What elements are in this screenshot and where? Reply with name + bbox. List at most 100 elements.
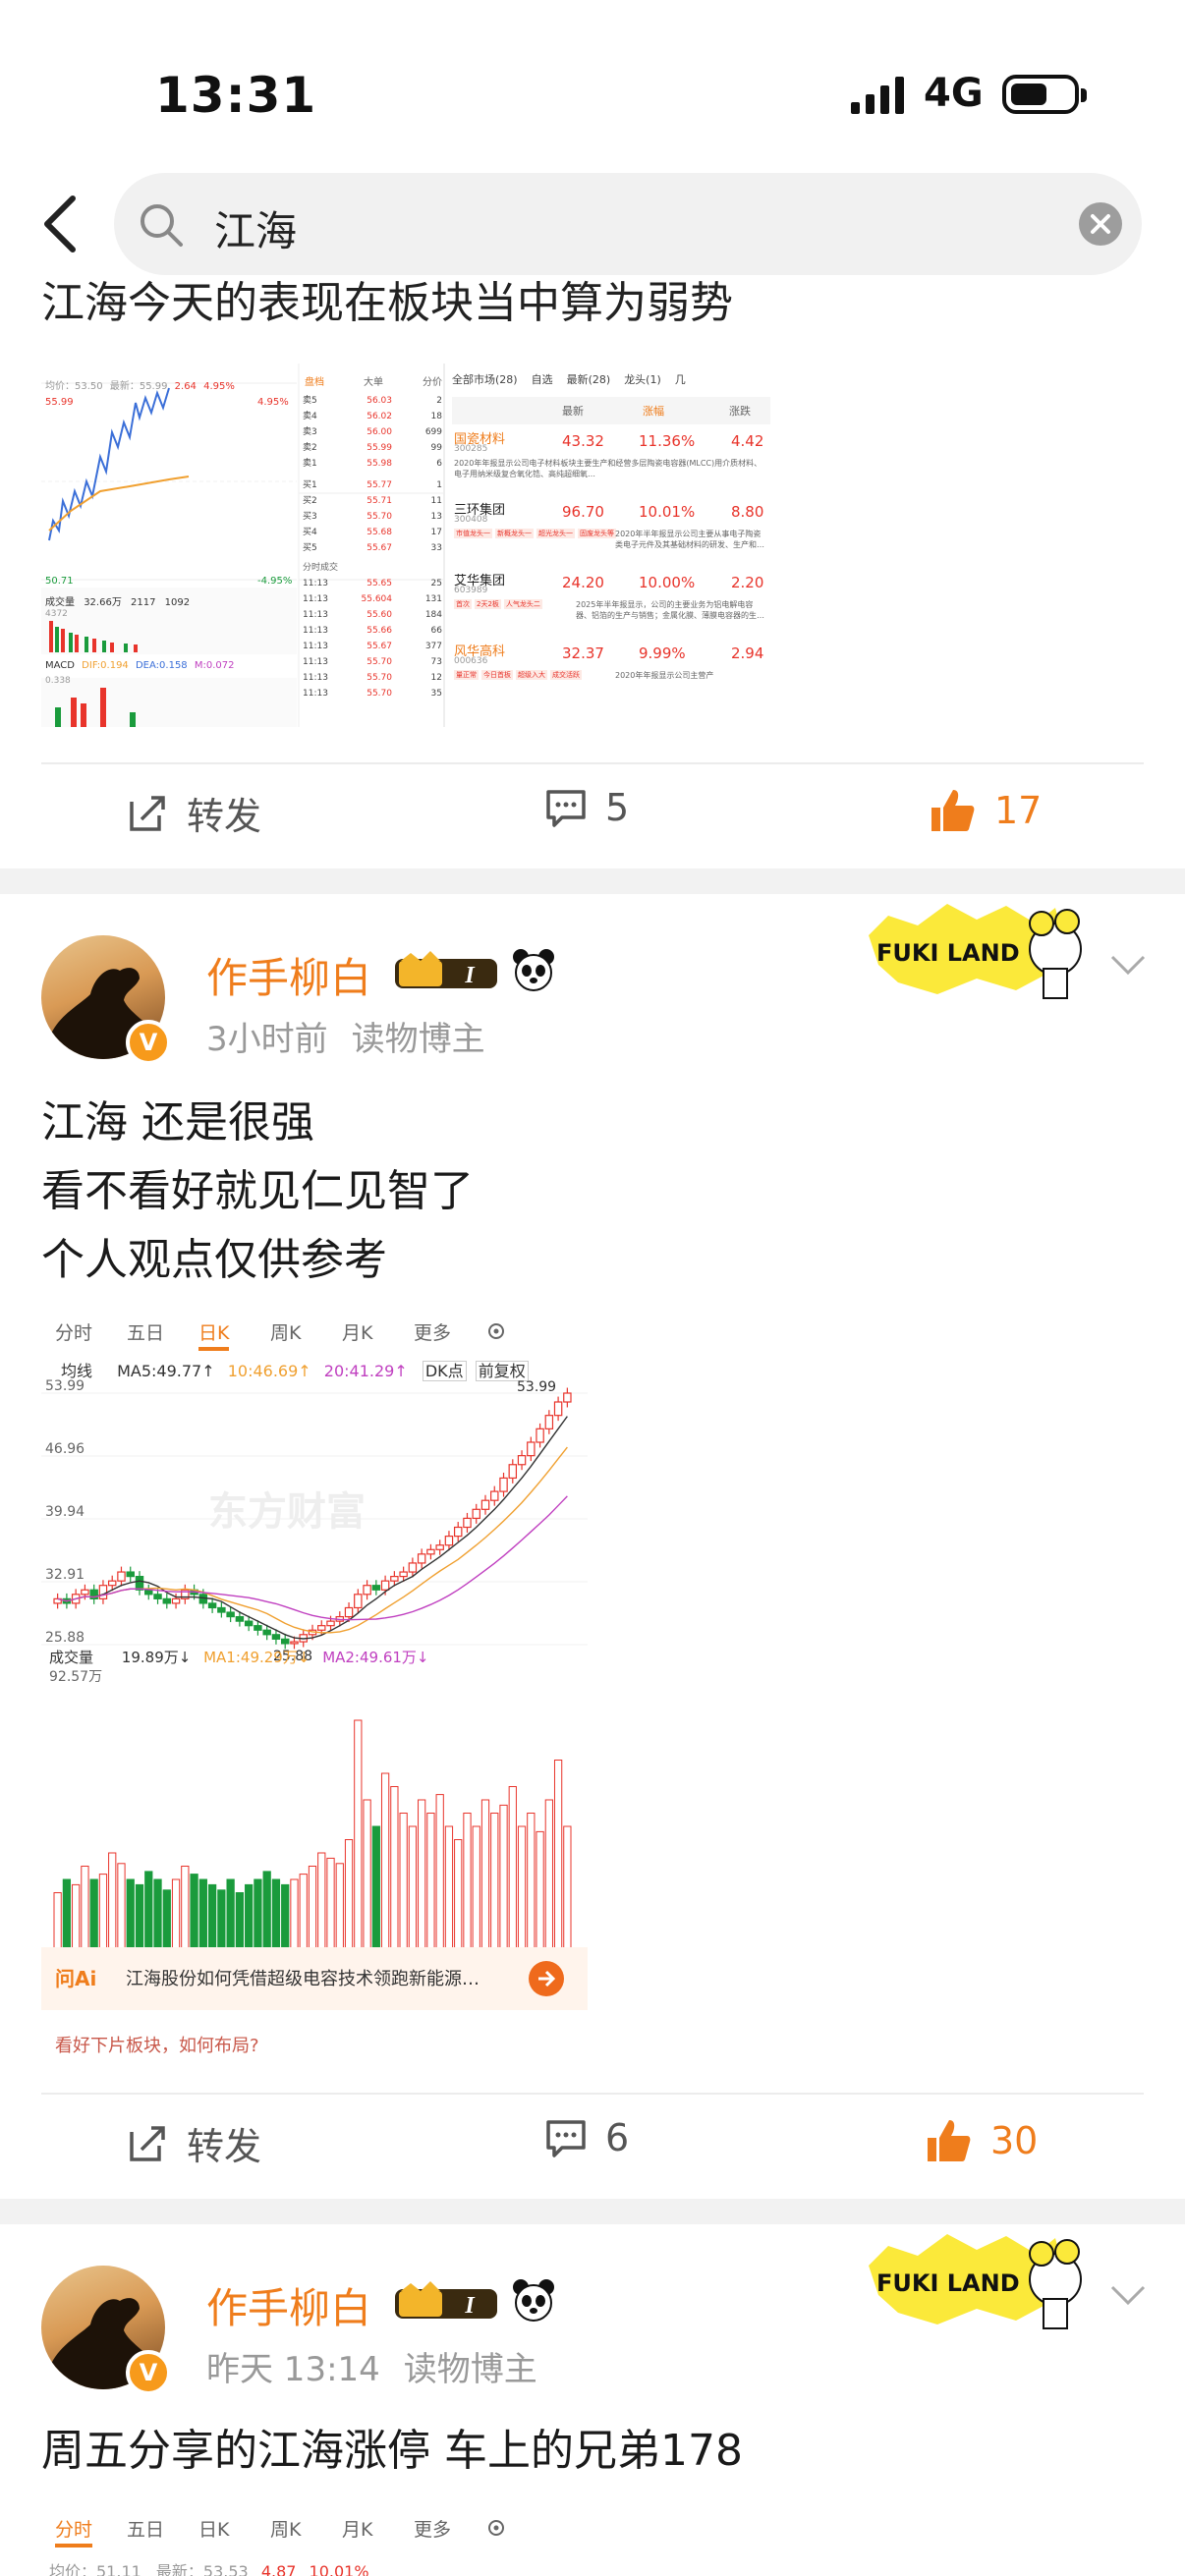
candle-body [254, 1625, 262, 1631]
ticks-cell: 55.67 [367, 642, 392, 651]
stock-list: 国瓷材料 300285 43.32 11.36% 4.42 2020年年报显示公司电子材料… [452, 428, 770, 711]
candle-body [290, 1641, 299, 1645]
divider [41, 762, 1144, 764]
ticks-cell: 11:13 [303, 626, 328, 636]
stock-tags: 市值龙头一 新概龙头一 超光龙头一 固废龙头等 [454, 529, 616, 538]
stock-list-item[interactable]: 国瓷材料 300285 43.32 11.36% 4.42 2020年年报显示公司电子材料… [452, 428, 770, 499]
settings-icon[interactable] [485, 2517, 507, 2539]
book-tab-2[interactable]: 大单 [364, 373, 383, 388]
quote-header: 均价：53.50 最新：55.99 2.64 4.95% [45, 377, 235, 392]
back-arrow-icon[interactable] [35, 193, 85, 255]
list-tab-5[interactable]: 几 [675, 371, 686, 387]
post-line-1: 周五分享的江海涨停 车上的兄弟178 [41, 2426, 743, 2476]
volume-bar [454, 1839, 463, 1960]
post-line-3: 个人观点仅供参考 [41, 1235, 387, 1285]
volume-bar [426, 1813, 435, 1960]
macd-dif: DIF:0.194 [82, 660, 129, 671]
book-tab-3[interactable]: 分价 [423, 373, 442, 388]
candle-body [390, 1576, 399, 1582]
like-button[interactable]: 30 [924, 2116, 1038, 2165]
candle-body [126, 1571, 135, 1578]
asks-row: 卖3 56.00 699 [303, 424, 442, 440]
asks-cell: 55.98 [367, 459, 392, 469]
battery-icon [1002, 75, 1079, 114]
bids-row: 买5 55.67 33 [303, 540, 442, 556]
chart-tab[interactable]: 周K [270, 1318, 301, 1345]
volume-bar [117, 1863, 126, 1960]
price-low: 50.71 [45, 576, 74, 587]
asks-cell: 2 [436, 396, 442, 406]
ticks-row: 11:13 55.604 131 [303, 591, 442, 607]
chart-tab[interactable]: 日K [198, 1318, 230, 1351]
repost-button[interactable]: 转发 [126, 786, 261, 840]
stock-tag: 2天2板 [475, 599, 501, 609]
repost-icon [130, 795, 165, 831]
stock-screenshot-2[interactable]: 分时 五日 日K 周K 月K 更多 均线 MA5:49.77↑ 10:46.69↑ 20:… [41, 1311, 588, 2057]
chart-tab[interactable]: 五日 [127, 2515, 164, 2542]
list-tab-3[interactable]: 最新(28) [567, 371, 611, 387]
asks-cell: 699 [424, 427, 442, 437]
volume-bar [390, 1786, 399, 1960]
chart-tab[interactable]: 周K [270, 2515, 301, 2542]
chart-tab[interactable]: 日K [198, 2515, 229, 2542]
stock-screenshot-1[interactable]: 均价：53.50 最新：55.99 2.64 4.95% 55.99 4.95%… [41, 364, 770, 727]
repost-icon [130, 2125, 165, 2161]
chart-tab[interactable]: 五日 [127, 1318, 164, 1345]
bids-cell: 买2 [303, 496, 317, 506]
arrow-right-icon[interactable] [527, 1959, 566, 1998]
list-tab-2[interactable]: 自选 [532, 371, 553, 387]
candle-body [463, 1517, 472, 1529]
stock-price: 24.20 [562, 574, 604, 591]
search-query[interactable]: 江海 [214, 198, 297, 258]
chart-tab[interactable]: 更多 [414, 1318, 451, 1345]
volume-bar [317, 1852, 326, 1960]
list-tab-1[interactable]: 全部市场(28) [452, 371, 518, 387]
bids-cell: 55.70 [367, 512, 392, 522]
stock-screenshot-3[interactable]: 分时 五日 日K 周K 月K 更多 均价：51.11 最新：53.53 4.87 10.0… [41, 2507, 588, 2576]
stock-list-item[interactable]: 三环集团 300408 96.70 10.01% 8.80 市值龙头一 新概龙头一 超光龙头一… [452, 499, 770, 570]
ticks-label: 分时成交 [303, 563, 339, 573]
chart-tab[interactable]: 分时 [55, 1318, 92, 1345]
author-name[interactable]: 作手柳白 [206, 945, 371, 1005]
clear-search-icon[interactable] [1079, 202, 1122, 246]
ma-select[interactable]: 均线 [61, 1362, 92, 1380]
book-tab-1[interactable]: 盘档 [305, 373, 324, 388]
chevron-down-icon[interactable] [1108, 953, 1148, 977]
signal-icon [851, 77, 904, 114]
volume-bar [517, 1825, 527, 1960]
volume-bar [181, 1866, 190, 1960]
adjust-select[interactable]: 前复权 [475, 1361, 529, 1381]
like-button[interactable]: 17 [928, 786, 1042, 835]
dk-point[interactable]: DK点 [422, 1361, 467, 1381]
verified-badge: V [126, 2350, 171, 2395]
chart-tab[interactable]: 分时 [55, 2515, 93, 2548]
volume-bar [435, 1794, 444, 1960]
stock-tag: 人气龙头二 [503, 599, 542, 609]
repost-button[interactable]: 转发 [126, 2116, 261, 2170]
stock-list-item[interactable]: 风华高科 000636 32.37 9.99% 2.94 量正常 今日首板 超级入大 成交活跃 2… [452, 641, 770, 711]
bids-cell: 55.77 [367, 480, 392, 490]
bids-cell: 1 [436, 480, 442, 490]
settings-icon[interactable] [485, 1320, 507, 1342]
stock-pct: 11.36% [639, 432, 696, 450]
comment-button[interactable]: 6 [544, 2116, 629, 2159]
stock-list-item[interactable]: 艾华集团 603989 24.20 10.00% 2.20 首次 2天2板 人气龙头二 2025… [452, 570, 770, 641]
list-tab-4[interactable]: 龙头(1) [624, 371, 661, 387]
volume-bar [444, 1825, 454, 1960]
volume-header: 成交量 32.66万 2117 1092 [45, 593, 190, 608]
stock-tag: 超级入大 [516, 670, 547, 680]
divider [41, 2093, 1144, 2095]
volume-bar [527, 1813, 536, 1960]
comment-button[interactable]: 5 [544, 786, 629, 829]
kline-tabs: 分时 五日 日K 周K 月K 更多 [41, 1318, 588, 1352]
chevron-down-icon[interactable] [1108, 2283, 1148, 2307]
section-gap [0, 868, 1185, 894]
candle-body [317, 1625, 326, 1631]
chart-tab[interactable]: 月K [342, 2515, 372, 2542]
author-name[interactable]: 作手柳白 [206, 2275, 371, 2335]
ai-label: 问Ai [55, 1967, 97, 1990]
candle-body [508, 1464, 518, 1480]
chart-tab[interactable]: 更多 [414, 2515, 451, 2542]
verified-badge: V [126, 1020, 171, 1065]
chart-tab[interactable]: 月K [342, 1318, 372, 1345]
